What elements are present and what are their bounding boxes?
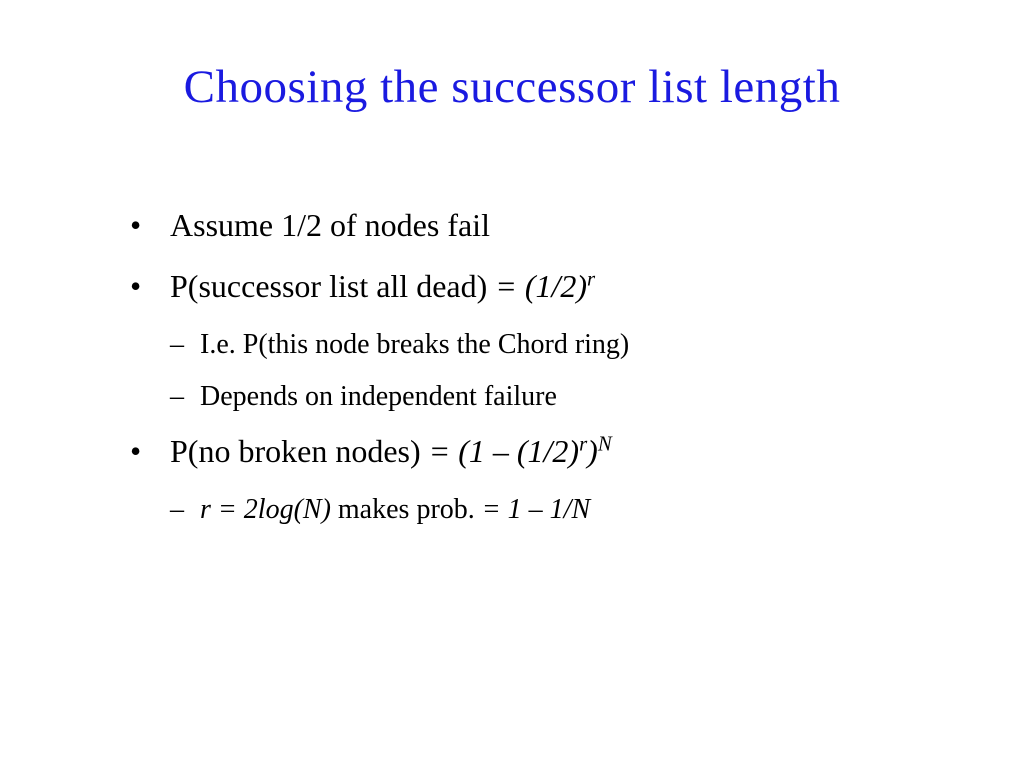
dash-marker: – xyxy=(170,378,200,416)
bullet-2-text: P(successor list all dead) = (1/2)r xyxy=(170,265,595,308)
bullet-2: • P(successor list all dead) = (1/2)r xyxy=(130,265,944,308)
bullet-2-sub-2-text: Depends on independent failure xyxy=(200,378,557,416)
bullet-2-sub-1-text: I.e. P(this node breaks the Chord ring) xyxy=(200,326,629,364)
slide-title: Choosing the successor list length xyxy=(80,60,944,114)
bullet-3: • P(no broken nodes) = (1 – (1/2)r)N xyxy=(130,430,944,473)
bullet-marker: • xyxy=(130,265,170,308)
bullet-marker: • xyxy=(130,204,170,247)
bullet-3-text: P(no broken nodes) = (1 – (1/2)r)N xyxy=(170,430,612,473)
bullet-1-text: Assume 1/2 of nodes fail xyxy=(170,204,490,247)
bullet-marker: • xyxy=(130,430,170,473)
dash-marker: – xyxy=(170,326,200,364)
bullet-1: • Assume 1/2 of nodes fail xyxy=(130,204,944,247)
bullet-3-sub-1: – r = 2log(N) makes prob. = 1 – 1/N xyxy=(170,491,944,529)
dash-marker: – xyxy=(170,491,200,529)
slide-content: • Assume 1/2 of nodes fail • P(successor… xyxy=(80,204,944,529)
bullet-2-sub-1: – I.e. P(this node breaks the Chord ring… xyxy=(170,326,944,364)
bullet-2-sub-2: – Depends on independent failure xyxy=(170,378,944,416)
bullet-3-sub-1-text: r = 2log(N) makes prob. = 1 – 1/N xyxy=(200,491,590,529)
